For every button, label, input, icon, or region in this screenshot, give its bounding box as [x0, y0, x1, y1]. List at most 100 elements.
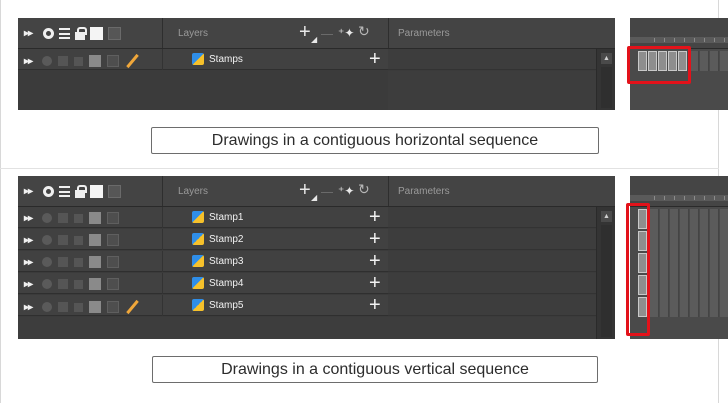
layer-name-cell[interactable]: Stamp3 [192, 255, 243, 267]
layer-name-cell[interactable]: Stamp2 [192, 233, 243, 245]
visibility-dot-icon[interactable] [42, 302, 52, 312]
color-swatch-icon[interactable] [89, 301, 101, 313]
stack-icon[interactable] [58, 257, 68, 267]
swatch-dark-icon[interactable] [107, 55, 119, 67]
add-layer-dropdown-icon[interactable]: ◢ [311, 35, 317, 44]
empty-cell[interactable] [720, 51, 728, 71]
layer-row[interactable]: ▸▸ Stamp5 + [18, 294, 388, 316]
visibility-dot-icon[interactable] [42, 235, 52, 245]
empty-cell[interactable] [690, 51, 699, 71]
stack-icon[interactable] [58, 302, 68, 312]
stack-icon[interactable] [58, 279, 68, 289]
vertical-scrollbar[interactable]: ▲ [596, 49, 615, 110]
header-column-divider [162, 18, 163, 48]
lock-icon[interactable] [74, 213, 83, 223]
swatch-dark-icon[interactable] [107, 256, 119, 268]
add-keyframe-icon[interactable]: + [369, 228, 381, 250]
color-swatch-icon[interactable] [89, 256, 101, 268]
onion-skin-icon[interactable]: ▸▸ [24, 235, 36, 246]
lock-icon[interactable] [75, 184, 87, 198]
color-swatch-icon[interactable] [89, 55, 101, 67]
lock-icon[interactable] [75, 26, 87, 40]
visibility-dot-icon[interactable] [42, 257, 52, 267]
lock-icon[interactable] [74, 56, 83, 66]
empty-cell-column[interactable] [660, 209, 669, 317]
onion-skin-icon[interactable]: ▸▸ [24, 28, 38, 40]
layer-name-cell[interactable]: Stamp4 [192, 277, 243, 289]
function-icon[interactable]: ↻ [358, 23, 370, 40]
layer-name-cell[interactable]: Stamp1 [192, 211, 243, 223]
add-keyframe-icon[interactable]: + [369, 250, 381, 272]
lock-icon[interactable] [74, 235, 83, 245]
swatch-dark-icon[interactable] [107, 212, 119, 224]
add-peg-icon[interactable]: ⁺✦ [338, 184, 354, 198]
scroll-up-icon[interactable]: ▲ [601, 211, 612, 222]
lock-icon[interactable] [74, 279, 83, 289]
empty-cell-column[interactable] [720, 209, 728, 317]
color-swatch-icon[interactable] [89, 212, 101, 224]
layer-row[interactable]: ▸▸ Stamps + [18, 48, 388, 70]
add-layer-dropdown-icon[interactable]: ◢ [311, 193, 317, 202]
layer-row[interactable]: ▸▸ Stamp1 + [18, 206, 388, 228]
empty-cell[interactable] [700, 51, 709, 71]
empty-cell[interactable] [710, 51, 719, 71]
stack-icon[interactable] [58, 56, 68, 66]
layer-row[interactable]: ▸▸ Stamp2 + [18, 228, 388, 250]
stack-icon[interactable] [58, 213, 68, 223]
onion-skin-icon[interactable]: ▸▸ [24, 56, 36, 67]
stack-icon[interactable] [59, 186, 70, 197]
color-swatch-icon[interactable] [90, 27, 103, 40]
empty-cell-column[interactable] [690, 209, 699, 317]
add-keyframe-icon[interactable]: + [369, 294, 381, 316]
scroll-up-icon[interactable]: ▲ [601, 53, 612, 64]
layer-name-cell[interactable]: Stamps [192, 53, 243, 65]
add-keyframe-icon[interactable]: + [369, 48, 381, 70]
swatch-dark-icon[interactable] [107, 301, 119, 313]
function-icon[interactable]: ↻ [358, 181, 370, 198]
swatch-dark-icon[interactable] [108, 185, 121, 198]
visibility-dot-icon[interactable] [42, 279, 52, 289]
lock-icon[interactable] [74, 302, 83, 312]
empty-cell-column[interactable] [700, 209, 709, 317]
row-column-divider [162, 207, 163, 228]
lock-icon[interactable] [74, 257, 83, 267]
stack-icon[interactable] [59, 28, 70, 39]
swatch-dark-icon[interactable] [107, 234, 119, 246]
onion-skin-icon[interactable]: ▸▸ [24, 186, 38, 198]
scrollbar-track[interactable] [601, 67, 612, 108]
onion-skin-icon[interactable]: ▸▸ [24, 279, 36, 290]
add-peg-icon[interactable]: ⁺✦ [338, 26, 354, 40]
empty-cell-column[interactable] [650, 209, 659, 317]
scrollbar-track[interactable] [601, 225, 612, 337]
add-layer-icon[interactable]: + [299, 21, 311, 43]
visibility-dot-icon[interactable] [42, 56, 52, 66]
layer-name-cell[interactable]: Stamp5 [192, 299, 243, 311]
onion-skin-icon[interactable]: ▸▸ [24, 302, 36, 313]
empty-cell-column[interactable] [680, 209, 689, 317]
stack-icon[interactable] [58, 235, 68, 245]
frame-tick [664, 196, 665, 200]
color-swatch-icon[interactable] [90, 185, 103, 198]
add-keyframe-icon[interactable]: + [369, 272, 381, 294]
onion-skin-icon[interactable]: ▸▸ [24, 213, 36, 224]
add-keyframe-icon[interactable]: + [369, 206, 381, 228]
empty-cell-column[interactable] [710, 209, 719, 317]
layer-row[interactable]: ▸▸ Stamp3 + [18, 250, 388, 272]
frame-tick [694, 38, 695, 42]
layer-row[interactable]: ▸▸ Stamp4 + [18, 272, 388, 294]
color-swatch-icon[interactable] [89, 278, 101, 290]
color-swatch-icon[interactable] [89, 234, 101, 246]
add-layer-icon[interactable]: + [299, 179, 311, 201]
swatch-dark-icon[interactable] [107, 278, 119, 290]
row-column-divider [162, 295, 163, 316]
vertical-scrollbar[interactable]: ▲ [596, 207, 615, 339]
swatch-dark-icon[interactable] [108, 27, 121, 40]
onion-skin-icon[interactable]: ▸▸ [24, 257, 36, 268]
parameters-cell [388, 251, 596, 272]
visibility-dot-icon[interactable] [42, 213, 52, 223]
visibility-dot-icon[interactable] [43, 186, 54, 197]
frame-tick [684, 38, 685, 42]
visibility-dot-icon[interactable] [43, 28, 54, 39]
layers-column-label: Layers [178, 28, 209, 39]
empty-cell-column[interactable] [670, 209, 679, 317]
